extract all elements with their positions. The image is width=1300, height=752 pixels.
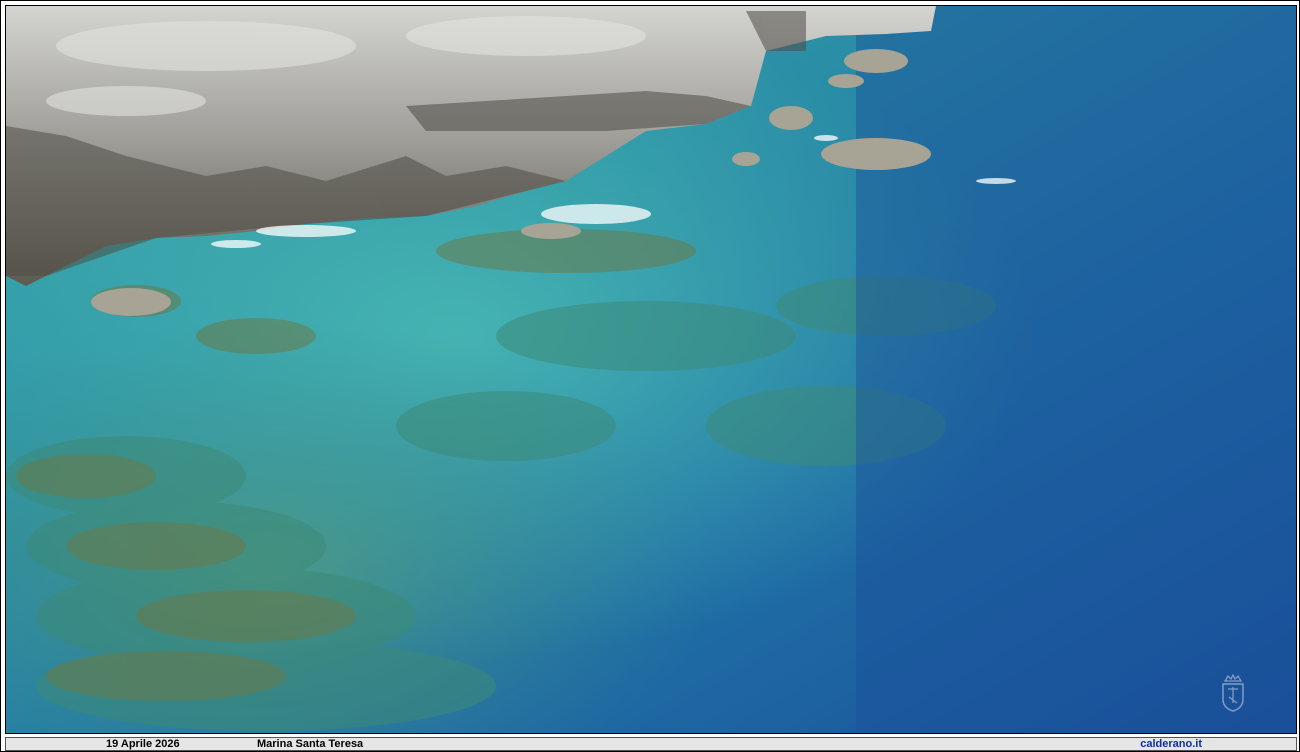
caption-bar: 19 Aprile 2026 Marina Santa Teresa calde… bbox=[5, 737, 1297, 751]
caption-site-link[interactable]: calderano.it bbox=[1140, 738, 1202, 750]
photo-frame: 19 Aprile 2026 Marina Santa Teresa calde… bbox=[0, 0, 1300, 752]
aerial-sea-image bbox=[6, 6, 1296, 733]
photo bbox=[5, 5, 1297, 734]
deep-water bbox=[856, 6, 1296, 733]
caption-date: 19 Aprile 2026 bbox=[106, 738, 180, 750]
crest-icon bbox=[1222, 673, 1244, 712]
caption-place: Marina Santa Teresa bbox=[257, 738, 364, 750]
